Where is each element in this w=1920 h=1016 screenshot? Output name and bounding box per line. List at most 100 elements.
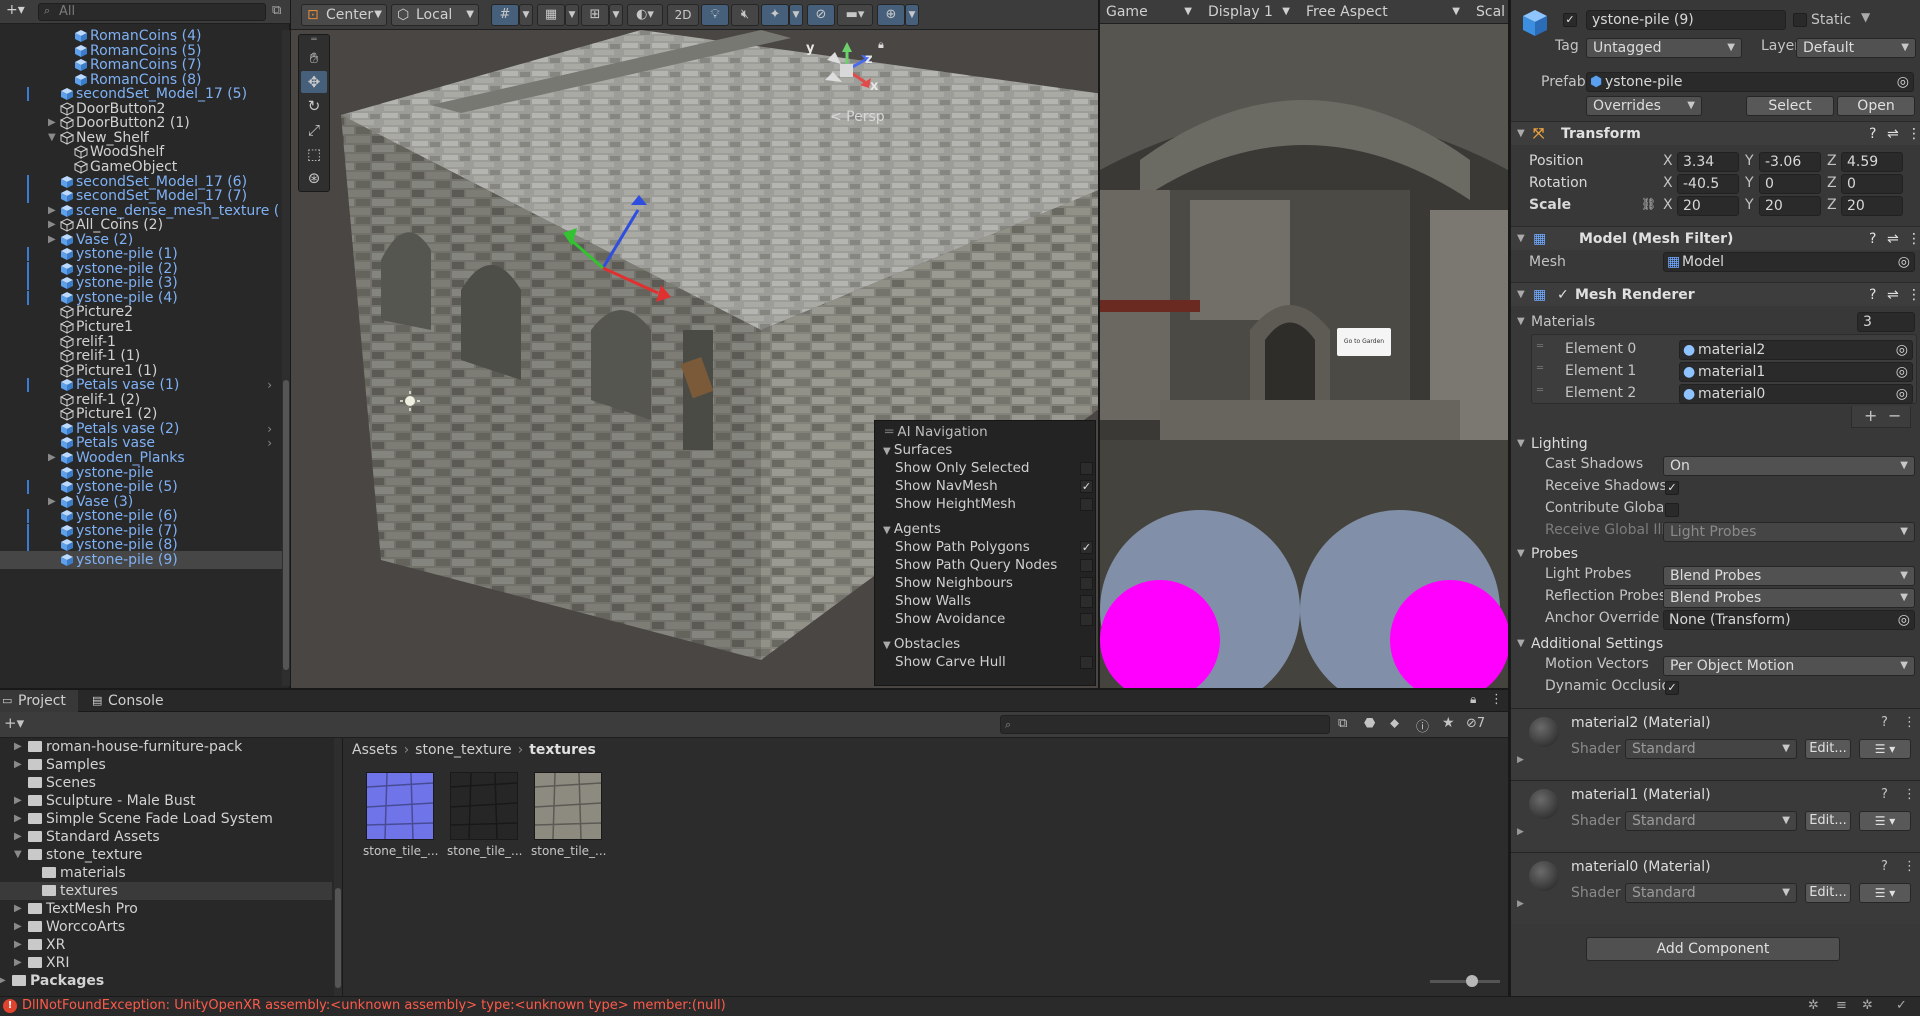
ai-nav-option-checkbox[interactable]: [1080, 498, 1093, 512]
object-picker-icon[interactable]: ◎: [1898, 611, 1910, 629]
scale-y-field[interactable]: 20: [1759, 196, 1821, 216]
foldout-closed-icon[interactable]: ▶: [14, 792, 22, 810]
ai-nav-section-header[interactable]: ▼ Agents: [883, 520, 1103, 538]
project-folder[interactable]: ▶ XRI: [0, 954, 332, 972]
help-icon[interactable]: ?: [1869, 283, 1876, 307]
axis-y-label[interactable]: Y: [1745, 197, 1754, 213]
tree-scroll-thumb[interactable]: [335, 888, 341, 988]
foldout-closed-icon[interactable]: ▶: [1517, 827, 1524, 837]
axis-y-label[interactable]: Y: [1745, 153, 1754, 169]
axis-z-label[interactable]: Z: [1827, 175, 1837, 191]
game-view-dropdown[interactable]: Game ▼: [1100, 2, 1198, 22]
foldout-closed-icon[interactable]: ▶: [14, 756, 22, 774]
project-folder[interactable]: ▶ XR: [0, 936, 332, 954]
kebab-menu-icon[interactable]: ⋮: [1903, 859, 1916, 874]
kebab-menu-icon[interactable]: ⋮: [1903, 715, 1916, 730]
ai-navigation-title[interactable]: ═ AI Navigation: [885, 423, 1105, 441]
hidden-objects-icon[interactable]: ⊘: [807, 4, 835, 26]
tab-project[interactable]: ▭ Project: [0, 690, 78, 712]
hierarchy-scrollbar[interactable]: [282, 30, 290, 686]
edit-shader-button[interactable]: Edit...: [1805, 883, 1851, 903]
anchor-override-field[interactable]: None (Transform) ◎: [1663, 610, 1915, 630]
gizmos-menu-icon[interactable]: ▼: [905, 4, 919, 26]
create-asset-icon[interactable]: +▾: [4, 714, 24, 732]
contribute-gi-checkbox[interactable]: [1665, 503, 1679, 517]
ai-nav-option[interactable]: Show HeightMesh: [875, 495, 1095, 513]
rotation-y-field[interactable]: 0: [1759, 174, 1821, 194]
breadcrumb-item[interactable]: Assets: [352, 742, 398, 758]
project-folder[interactable]: ▶ roman-house-furniture-pack: [0, 738, 332, 756]
thumbnail-size-slider[interactable]: [1430, 975, 1500, 987]
ai-nav-option-checkbox[interactable]: ✓: [1080, 480, 1093, 494]
edit-shader-button[interactable]: Edit...: [1805, 811, 1851, 831]
overrides-dropdown[interactable]: Overrides ▼: [1586, 96, 1702, 116]
project-folder[interactable]: textures: [0, 882, 332, 900]
foldout-closed-icon[interactable]: ▶: [1517, 899, 1524, 909]
preset-icon[interactable]: ⇌: [1887, 283, 1899, 307]
shader-dropdown[interactable]: Standard ▼: [1625, 739, 1797, 759]
drag-handle-icon[interactable]: ═: [301, 35, 327, 45]
foldout-closed-icon[interactable]: ▶: [0, 972, 6, 990]
add-object-icon[interactable]: +▾: [6, 2, 25, 18]
ai-nav-option-checkbox[interactable]: ✓: [1080, 540, 1093, 554]
camera-settings-icon[interactable]: ▬▾: [837, 4, 873, 26]
status-error-message[interactable]: DllNotFoundException: UnityOpenXR assemb…: [22, 998, 726, 1013]
axis-y-label[interactable]: Y: [1745, 175, 1754, 191]
help-icon[interactable]: ?: [1881, 787, 1888, 802]
tab-console[interactable]: ▤ Console: [80, 690, 180, 712]
foldout-open-icon[interactable]: ▼: [14, 846, 22, 864]
object-picker-icon[interactable]: ◎: [1896, 341, 1908, 359]
effects-menu-icon[interactable]: ▼: [789, 4, 803, 26]
ai-nav-section-header[interactable]: ▼ Obstacles: [883, 635, 1103, 653]
foldout-closed-icon[interactable]: ▶: [14, 828, 22, 846]
material-element-field[interactable]: ● material0 ◎: [1679, 384, 1913, 404]
tag-dropdown[interactable]: Untagged ▼: [1586, 38, 1742, 58]
prefab-open-button[interactable]: Open: [1837, 96, 1915, 116]
move-tool-icon[interactable]: ✥: [301, 71, 327, 93]
space-local-dropdown[interactable]: ⬡ Local ▼: [391, 4, 479, 26]
foldout-closed-icon[interactable]: ▶: [1517, 755, 1524, 765]
kebab-menu-icon[interactable]: ⋮: [1907, 122, 1920, 146]
drag-handle-icon[interactable]: ═: [1537, 363, 1543, 374]
hierarchy-search-input[interactable]: All: [38, 3, 266, 21]
prefab-select-button[interactable]: Select: [1746, 96, 1834, 116]
scale-z-field[interactable]: 20: [1841, 196, 1903, 216]
drag-handle-icon[interactable]: ═: [1537, 341, 1543, 352]
breadcrumb-item[interactable]: stone_texture: [415, 742, 511, 758]
ai-nav-option-checkbox[interactable]: [1080, 558, 1093, 572]
search-by-label-icon[interactable]: ⬣: [1364, 716, 1375, 731]
snap-menu-icon[interactable]: ▼: [609, 4, 623, 26]
ai-nav-option-checkbox[interactable]: [1080, 613, 1093, 627]
kebab-menu-icon[interactable]: ⋮: [1903, 787, 1916, 802]
probes-section[interactable]: ▼ Probes: [1511, 544, 1920, 564]
mesh-filter-header[interactable]: ▼ ▦ Model (Mesh Filter) ? ⇌ ⋮: [1511, 226, 1920, 250]
lock-icon[interactable]: ⧉: [272, 3, 281, 18]
effects-toggle-icon[interactable]: ✦: [761, 4, 789, 26]
position-y-field[interactable]: -3.06: [1759, 152, 1821, 172]
slider-thumb[interactable]: [1466, 975, 1478, 987]
material-element-field[interactable]: ● material2 ◎: [1679, 340, 1913, 360]
rotation-x-field[interactable]: -40.5: [1677, 174, 1739, 194]
shader-dropdown[interactable]: Standard ▼: [1625, 811, 1797, 831]
foldout-closed-icon[interactable]: ▶: [14, 738, 22, 756]
edit-shader-button[interactable]: Edit...: [1805, 739, 1851, 759]
scale-x-field[interactable]: 20: [1677, 196, 1739, 216]
ai-nav-option[interactable]: Show Avoidance: [875, 610, 1095, 628]
light-probes-dropdown[interactable]: Blend Probes ▼: [1663, 566, 1915, 586]
axis-z-label[interactable]: Z: [1827, 197, 1837, 213]
scale-slider-label[interactable]: Scal: [1470, 2, 1508, 22]
add-element-button[interactable]: +: [1864, 406, 1877, 425]
foldout-closed-icon[interactable]: ▶: [14, 810, 22, 828]
ai-nav-option[interactable]: Show Path Polygons ✓: [875, 538, 1095, 556]
breadcrumb-item[interactable]: textures: [529, 742, 596, 758]
constrain-proportions-icon[interactable]: ⛓: [1641, 197, 1656, 211]
materials-count-field[interactable]: 3: [1857, 312, 1915, 332]
kebab-menu-icon[interactable]: ⋮: [1907, 283, 1920, 307]
shader-options-icon[interactable]: ☰ ▾: [1859, 811, 1911, 831]
grid-menu-icon[interactable]: ▼: [565, 4, 579, 26]
object-picker-icon[interactable]: ◎: [1896, 363, 1908, 381]
toggle-2d-button[interactable]: 2D: [667, 4, 699, 26]
display-dropdown[interactable]: Display 1 ▼: [1202, 2, 1296, 22]
project-folder[interactable]: ▶ Sculpture - Male Bust: [0, 792, 332, 810]
perspective-label[interactable]: < Persp: [830, 109, 885, 125]
